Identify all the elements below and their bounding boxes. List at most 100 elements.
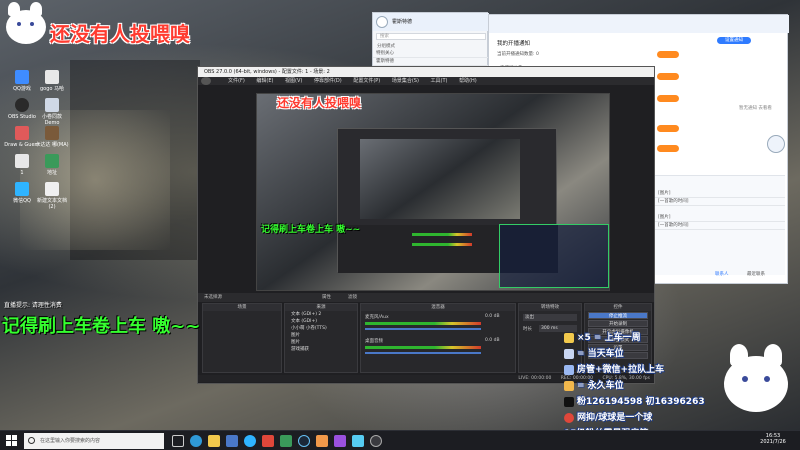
taskbar-search[interactable]: 在这里输入你要搜索的内容 (24, 433, 164, 449)
qq-search[interactable]: 搜索 (376, 33, 486, 40)
tiktok-icon (564, 396, 574, 407)
mixer-meter (365, 322, 481, 325)
selected-source-label: 未选择源 (204, 295, 222, 300)
desktop-icon-column: QQ游戏 gogo 马哈 OBS Studio 小卷同款 Demo Draw &… (4, 70, 74, 250)
transitions-dock-title: 转场特效 (519, 304, 581, 311)
menu-profile[interactable]: 配置文件(P) (353, 78, 380, 84)
qq-avatar[interactable] (376, 16, 388, 28)
badge-icon (564, 348, 574, 359)
qq-icon[interactable] (244, 435, 256, 447)
desktop-icon-ma[interactable]: 卡达达 哪(MA) (34, 126, 70, 148)
badge-icon (564, 364, 574, 375)
nested-meter (412, 243, 472, 246)
live-orange-button[interactable] (657, 95, 679, 102)
filters-button[interactable]: 滤镜 (348, 294, 357, 300)
mascot-face (724, 356, 788, 412)
source-item[interactable]: 文本 (GDI+) (285, 318, 357, 325)
nested-preview-inner (360, 139, 520, 219)
app-icon[interactable] (316, 435, 328, 447)
mascot-bottom-right (718, 344, 794, 416)
task-view-icon[interactable] (172, 435, 184, 447)
search-icon (28, 437, 35, 444)
source-item[interactable]: 图片 (285, 332, 357, 339)
menu-help[interactable]: 帮助(H) (459, 78, 477, 84)
obs-icon (15, 98, 29, 112)
qq-header: 霍斯特德 (373, 13, 489, 31)
qq-icon (15, 182, 29, 196)
mixer-dock: 混音器 麦克风/Aux 0.0 dB 桌面音频 0.0 dB (360, 303, 516, 373)
live-title: 我的开播通知 (497, 41, 531, 47)
live-chat-area: [图片] [一首歌的时间] [图片] [一首歌的时间] (655, 175, 785, 275)
live-notice: 当前开播通知数量: 0 (497, 52, 539, 57)
app-icon[interactable] (280, 435, 292, 447)
taskbar: 在这里输入你要搜索的内容 16:53 2021/7/26 (0, 430, 800, 450)
desktop-icon-demo[interactable]: 小卷同款 Demo (34, 98, 70, 126)
menu-scene-collection[interactable]: 场景集合(S) (392, 78, 419, 84)
source-item[interactable]: 文本 (GDI+) 2 (285, 311, 357, 318)
qq-section[interactable]: 分组模式 (377, 43, 395, 49)
menu-tools[interactable]: 工具(T) (431, 78, 448, 84)
live-right-tab[interactable]: 最近联系 (747, 271, 765, 277)
edge-icon[interactable] (190, 435, 202, 447)
menu-docks[interactable]: 停靠部件(D) (314, 78, 342, 84)
windows-icon (6, 441, 11, 446)
menu-view[interactable]: 视图(V) (285, 78, 302, 84)
menu-edit[interactable]: 编辑(E) (256, 78, 273, 84)
obs-preview[interactable]: 还没有人投喂嗅 记得刷上车卷上车 嗷~~ (256, 93, 610, 291)
qq-list-item[interactable]: 霍斯特德 (373, 58, 489, 66)
live-orange-button[interactable] (657, 145, 679, 152)
app-icon[interactable] (352, 435, 364, 447)
live-chat-tab[interactable]: 联系人 (715, 271, 729, 277)
desktop-icon-text-doc[interactable]: 新建文本文档 (2) (34, 182, 70, 210)
live-setting-button[interactable]: 设置通知 (717, 37, 751, 44)
source-item[interactable]: 游戏捕获 (285, 346, 357, 353)
steam-icon[interactable] (298, 435, 310, 447)
start-button[interactable] (6, 435, 17, 446)
qq-list-item[interactable]: 特别关心 (373, 50, 489, 58)
store-icon[interactable] (226, 435, 238, 447)
taskbar-clock[interactable]: 16:53 2021/7/26 (750, 433, 796, 449)
live-side-badge[interactable] (767, 135, 785, 153)
mascot-eye (742, 376, 748, 382)
live-orange-button[interactable] (657, 51, 679, 58)
app-icon (45, 126, 59, 140)
transition-select[interactable]: 淡出 (523, 314, 577, 321)
demo-icon (45, 98, 59, 112)
windows-icon (12, 435, 17, 440)
mixer-slider[interactable] (365, 328, 481, 330)
info-panel: ×5 = 上车一周 = 当天车位 房管+微信+拉队上车 = 永久车位 粉1261… (564, 330, 724, 439)
info-line: 房管+微信+拉队上车 (564, 362, 664, 375)
info-line: = 永久车位 (564, 378, 624, 391)
sources-dock-title: 来源 (285, 304, 357, 311)
mixer-dock-title: 混音器 (361, 304, 515, 311)
mixer-channel-db: 0.0 dB (485, 314, 500, 319)
crown-icon (564, 380, 574, 391)
live-orange-button[interactable] (657, 73, 679, 80)
source-item[interactable]: 图片 (285, 339, 357, 346)
desktop-icon-file[interactable]: gogo 马哈 (34, 70, 70, 92)
mascot-eye (30, 22, 34, 26)
notice-text: 直播提示: 请理性消费 (4, 302, 62, 309)
properties-button[interactable]: 属性 (322, 294, 331, 300)
chat-line: [一首歌的时间] (655, 198, 785, 206)
live-tips: 暂无通知 去看看 (739, 106, 772, 111)
mascot-top-left (4, 2, 48, 46)
status-live: LIVE: 00:00:00 (518, 376, 552, 381)
start-recording-button[interactable]: 开始录制 (588, 320, 648, 327)
mixer-slider[interactable] (365, 352, 481, 354)
overlay-scroll-text: 记得刷上车卷上车 嗷~~ (2, 316, 201, 337)
app-icon[interactable] (262, 435, 274, 447)
mascot-face (6, 10, 46, 44)
qq-games-icon (15, 70, 29, 84)
live-header-bar (489, 15, 789, 33)
obs-taskbar-icon[interactable] (370, 435, 382, 447)
app-icon[interactable] (334, 435, 346, 447)
obs-source-bar: 未选择源 属性 滤镜 (198, 293, 654, 302)
explorer-icon[interactable] (208, 435, 220, 447)
text-file-icon (45, 182, 59, 196)
stop-streaming-button[interactable]: 停止推流 (588, 312, 648, 319)
source-item[interactable]: 小小萌 小卷(TTS) (285, 325, 357, 332)
live-orange-button[interactable] (657, 125, 679, 132)
desktop-icon-address[interactable]: 地址 (34, 154, 70, 176)
menu-file[interactable]: 文件(F) (228, 78, 245, 84)
